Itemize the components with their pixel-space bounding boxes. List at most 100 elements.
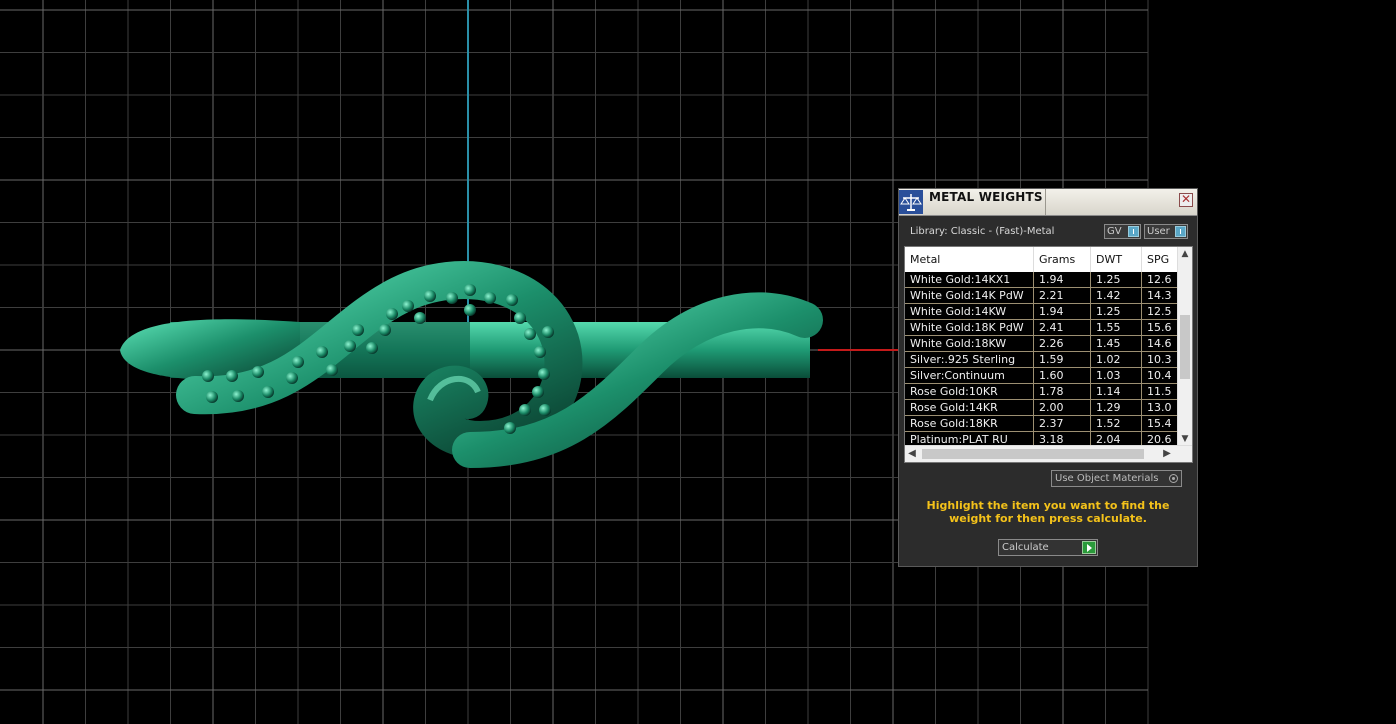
ring-model[interactable] [120, 261, 823, 468]
cell-spg: 15.4 [1147, 417, 1172, 430]
cell-spg: 14.6 [1147, 337, 1172, 350]
scroll-right-icon[interactable]: ▶ [1160, 446, 1174, 462]
header-metal[interactable]: Metal [905, 247, 1034, 272]
cell-dwt: 1.14 [1091, 384, 1142, 399]
pave-stone [262, 386, 274, 398]
table-row[interactable]: White Gold:18K PdW 2.41 1.55 15.6 [905, 320, 1179, 336]
cell-dwt: 1.45 [1091, 336, 1142, 351]
cell-metal: White Gold:18K PdW [905, 320, 1034, 335]
close-button[interactable]: ✕ [1179, 193, 1193, 207]
user-toggle-label: User [1147, 226, 1170, 237]
pave-stone [504, 422, 516, 434]
pave-stone [352, 324, 364, 336]
horizontal-scroll-thumb[interactable] [922, 449, 1144, 459]
table-row[interactable]: Rose Gold:10KR 1.78 1.14 11.5 [905, 384, 1179, 400]
pave-stone [316, 346, 328, 358]
pave-stone [484, 292, 496, 304]
metal-table[interactable]: Metal Grams DWT SPG White Gold:14KX1 1.94… [904, 246, 1193, 463]
cell-dwt: 1.55 [1091, 320, 1142, 335]
scroll-down-icon[interactable]: ▼ [1178, 432, 1192, 446]
cell-spg: 10.4 [1147, 369, 1172, 382]
pave-stone [366, 342, 378, 354]
vertical-scrollbar[interactable]: ▲ ▼ [1177, 247, 1192, 446]
cell-dwt: 1.25 [1091, 272, 1142, 287]
user-toggle[interactable]: User [1144, 224, 1188, 239]
cell-spg: 15.6 [1147, 321, 1172, 334]
cell-dwt: 1.29 [1091, 400, 1142, 415]
pave-stone [539, 404, 551, 416]
pave-stone [446, 292, 458, 304]
cell-spg: 12.5 [1147, 305, 1172, 318]
pave-stone [464, 284, 476, 296]
cell-spg: 11.5 [1147, 385, 1172, 398]
vertical-scroll-thumb[interactable] [1180, 315, 1190, 379]
cell-grams: 1.59 [1034, 352, 1091, 367]
calculate-label: Calculate [1002, 542, 1049, 553]
cell-dwt: 1.03 [1091, 368, 1142, 383]
cell-spg: 13.0 [1147, 401, 1172, 414]
table-row[interactable]: Rose Gold:14KR 2.00 1.29 13.0 [905, 400, 1179, 416]
gv-toggle-label: GV [1107, 226, 1122, 237]
pave-stone [386, 308, 398, 320]
cell-metal: Rose Gold:14KR [905, 400, 1034, 415]
table-row[interactable]: White Gold:14K PdW 2.21 1.42 14.3 [905, 288, 1179, 304]
horizontal-scrollbar[interactable]: ◀ ▶ [905, 445, 1192, 462]
pave-stone [514, 312, 526, 324]
pave-stone [519, 404, 531, 416]
cell-dwt: 1.02 [1091, 352, 1142, 367]
header-dwt[interactable]: DWT [1091, 247, 1142, 272]
pave-stone [344, 340, 356, 352]
pave-stone [464, 304, 476, 316]
table-body: White Gold:14KX1 1.94 1.25 12.6 White Gold:1… [905, 272, 1179, 448]
cell-spg: 14.3 [1147, 289, 1172, 302]
cell-grams: 2.37 [1034, 416, 1091, 431]
scroll-up-icon[interactable]: ▲ [1178, 247, 1192, 261]
table-row[interactable]: Silver:.925 Sterling 1.59 1.02 10.3 [905, 352, 1179, 368]
gv-toggle[interactable]: GV [1104, 224, 1141, 239]
pave-stone [414, 312, 426, 324]
table-row[interactable]: White Gold:14KW 1.94 1.25 12.5 [905, 304, 1179, 320]
cell-metal: Rose Gold:10KR [905, 384, 1034, 399]
cell-dwt: 1.42 [1091, 288, 1142, 303]
pave-stone [226, 370, 238, 382]
table-header: Metal Grams DWT SPG [905, 247, 1179, 273]
header-grams[interactable]: Grams [1034, 247, 1091, 272]
scroll-left-icon[interactable]: ◀ [905, 446, 919, 462]
cell-grams: 2.00 [1034, 400, 1091, 415]
header-spg[interactable]: SPG [1142, 247, 1179, 272]
pave-stone [402, 300, 414, 312]
cell-metal: Rose Gold:18KR [905, 416, 1034, 431]
pave-stone [286, 372, 298, 384]
table-row[interactable]: White Gold:14KX1 1.94 1.25 12.6 [905, 272, 1179, 288]
pave-stone [326, 364, 338, 376]
panel-title: METAL WEIGHTS [929, 190, 1043, 204]
cell-metal: White Gold:14K PdW [905, 288, 1034, 303]
cell-dwt: 1.52 [1091, 416, 1142, 431]
table-row[interactable]: White Gold:18KW 2.26 1.45 14.6 [905, 336, 1179, 352]
pave-stone [206, 391, 218, 403]
panel-titlebar[interactable]: METAL WEIGHTS ✕ [899, 189, 1197, 216]
instruction-text: Highlight the item you want to find the … [926, 499, 1170, 525]
metal-weights-panel: METAL WEIGHTS ✕ Library: Classic - (Fast… [898, 188, 1198, 567]
pave-stone [424, 290, 436, 302]
pave-stone [232, 390, 244, 402]
pave-stone [534, 346, 546, 358]
cell-metal: White Gold:14KW [905, 304, 1034, 319]
use-object-materials-option[interactable]: Use Object Materials [1051, 470, 1182, 487]
cell-spg: 12.6 [1147, 273, 1172, 286]
cell-grams: 1.94 [1034, 272, 1091, 287]
pave-stone [202, 370, 214, 382]
cell-grams: 1.78 [1034, 384, 1091, 399]
table-row[interactable]: Silver:Continuum 1.60 1.03 10.4 [905, 368, 1179, 384]
pave-stone [532, 386, 544, 398]
cell-metal: Silver:Continuum [905, 368, 1034, 383]
cell-grams: 2.26 [1034, 336, 1091, 351]
cell-spg: 10.3 [1147, 353, 1172, 366]
calculate-button[interactable]: Calculate [998, 539, 1098, 556]
table-row[interactable]: Rose Gold:18KR 2.37 1.52 15.4 [905, 416, 1179, 432]
pave-stone [292, 356, 304, 368]
pave-stone [538, 368, 550, 380]
cell-dwt: 1.25 [1091, 304, 1142, 319]
radio-icon[interactable] [1169, 474, 1178, 483]
cell-metal: Silver:.925 Sterling [905, 352, 1034, 367]
